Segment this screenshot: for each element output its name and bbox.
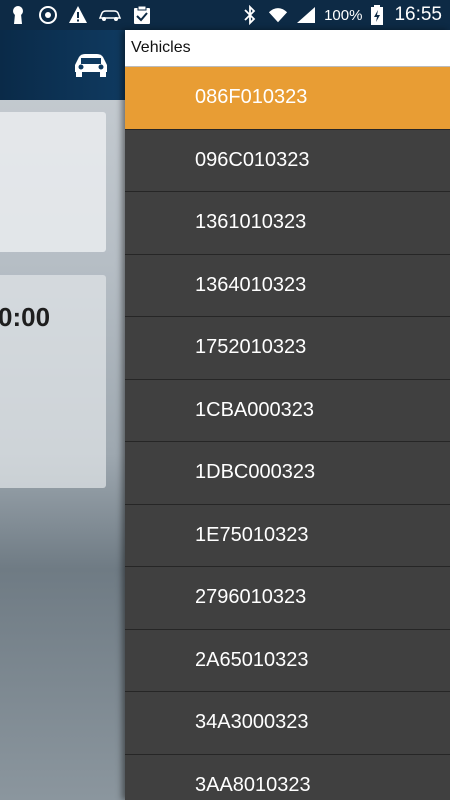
vehicle-item[interactable]: 3AA8010323 — [125, 754, 450, 800]
vehicle-item[interactable]: 1E75010323 — [125, 504, 450, 567]
car-icon[interactable] — [72, 50, 110, 80]
battery-charging-icon — [370, 5, 384, 25]
vehicle-id-label: 1E75010323 — [195, 523, 309, 546]
drawer-title: Vehicles — [125, 30, 450, 67]
vehicle-id-label: 34A3000323 — [195, 711, 309, 734]
vehicle-id-label: 1364010323 — [195, 273, 307, 296]
status-bar: 100% 16:55 — [0, 0, 450, 30]
vehicle-id-label: 2A65010323 — [195, 648, 309, 671]
clock: 16:55 — [394, 4, 442, 25]
clipboard-check-icon — [132, 5, 152, 25]
car-notification-icon — [98, 5, 122, 25]
system-icons: 100% 16:55 — [240, 4, 442, 26]
keyhole-icon — [8, 5, 28, 25]
time-display: 0:00 — [0, 302, 51, 332]
vehicle-id-label: 3AA8010323 — [195, 773, 311, 796]
vehicle-id-label: 096C010323 — [195, 148, 310, 171]
notification-icons — [8, 5, 152, 25]
vehicle-id-label: 1CBA000323 — [195, 398, 314, 421]
vehicle-item[interactable]: 34A3000323 — [125, 692, 450, 755]
warning-icon — [68, 5, 88, 25]
vehicle-item[interactable]: 2A65010323 — [125, 629, 450, 692]
vehicle-id-label: 1DBC000323 — [195, 461, 316, 484]
signal-icon — [296, 5, 316, 25]
sync-icon — [38, 5, 58, 25]
vehicle-item[interactable]: 086F010323 — [125, 67, 450, 130]
vehicle-list: 086F010323 096C010323 1361010323 1364010323… — [125, 67, 450, 800]
bluetooth-icon — [240, 5, 260, 25]
vehicle-item[interactable]: 096C010323 — [125, 129, 450, 192]
vehicle-item[interactable]: 2796010323 — [125, 567, 450, 630]
battery-percent: 100% — [324, 6, 363, 24]
background-app: 0:00 — [0, 30, 125, 800]
vehicles-drawer: Vehicles 086F010323 096C010323 1361010323 1… — [125, 30, 450, 800]
info-card — [0, 112, 106, 252]
vehicle-id-label: 1361010323 — [195, 211, 307, 234]
vehicle-item[interactable]: 1DBC000323 — [125, 442, 450, 505]
vehicle-item[interactable]: 1361010323 — [125, 192, 450, 255]
vehicle-item[interactable]: 1CBA000323 — [125, 379, 450, 442]
wifi-icon — [268, 5, 288, 25]
vehicle-item[interactable]: 1752010323 — [125, 317, 450, 380]
vehicle-id-label: 086F010323 — [195, 86, 308, 109]
app-header — [0, 30, 125, 100]
vehicle-item[interactable]: 1364010323 — [125, 254, 450, 317]
vehicle-id-label: 1752010323 — [195, 336, 307, 359]
vehicle-id-label: 2796010323 — [195, 586, 307, 609]
